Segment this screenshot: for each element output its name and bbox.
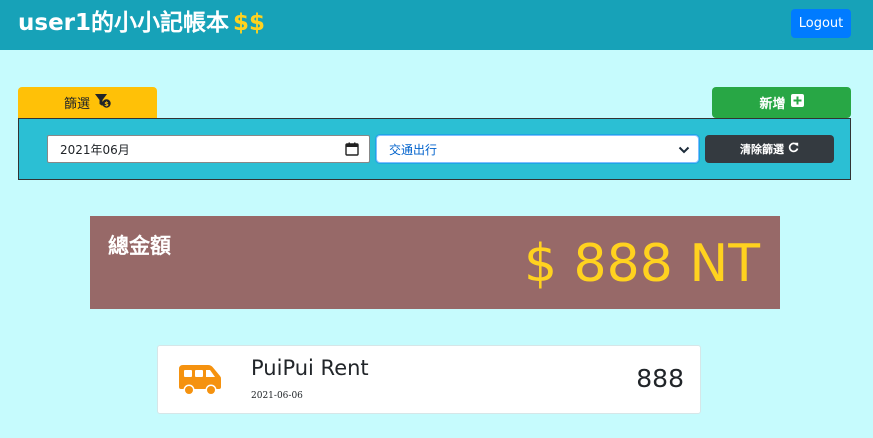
total-summary: 總金額 $ 888 NT (90, 216, 780, 309)
total-label: 總金額 (108, 234, 171, 258)
brand-text: user1的小小記帳本 (18, 10, 230, 36)
record-item[interactable]: PuiPui Rent 2021-06-06 888 (157, 345, 701, 414)
svg-text:$: $ (104, 100, 109, 108)
record-name: PuiPui Rent (251, 356, 369, 380)
logout-button[interactable]: Logout (791, 9, 851, 38)
filter-label: 篩選 (63, 97, 90, 112)
month-input-value: 2021年06月 (60, 142, 130, 157)
clear-filter-label: 清除篩選 (740, 143, 784, 156)
navbar: user1的小小記帳本 $$ Logout (0, 0, 873, 50)
add-record-button[interactable]: 新增 (712, 87, 851, 118)
filter-panel: 2021年06月 交通出行 清除篩選 (18, 118, 851, 180)
total-amount: $ 888 NT (523, 234, 760, 294)
shuttle-van-icon (177, 363, 223, 402)
redo-icon (788, 142, 799, 156)
chevron-down-icon (678, 144, 690, 158)
brand-dollars: $$ (233, 10, 266, 36)
add-label: 新增 (759, 97, 786, 112)
category-select-value: 交通出行 (389, 142, 438, 157)
calendar-icon[interactable] (345, 142, 359, 159)
record-date: 2021-06-06 (251, 391, 303, 401)
record-amount: 888 (636, 364, 684, 393)
filter-dollar-icon: $ (95, 93, 111, 112)
clear-filter-button[interactable]: 清除篩選 (705, 135, 834, 163)
filter-toggle-button[interactable]: 篩選 $ (18, 87, 157, 118)
plus-square-icon (790, 94, 804, 111)
category-select[interactable]: 交通出行 (376, 135, 699, 163)
month-input[interactable]: 2021年06月 (47, 135, 370, 163)
brand-title[interactable]: user1的小小記帳本 $$ (18, 8, 265, 38)
